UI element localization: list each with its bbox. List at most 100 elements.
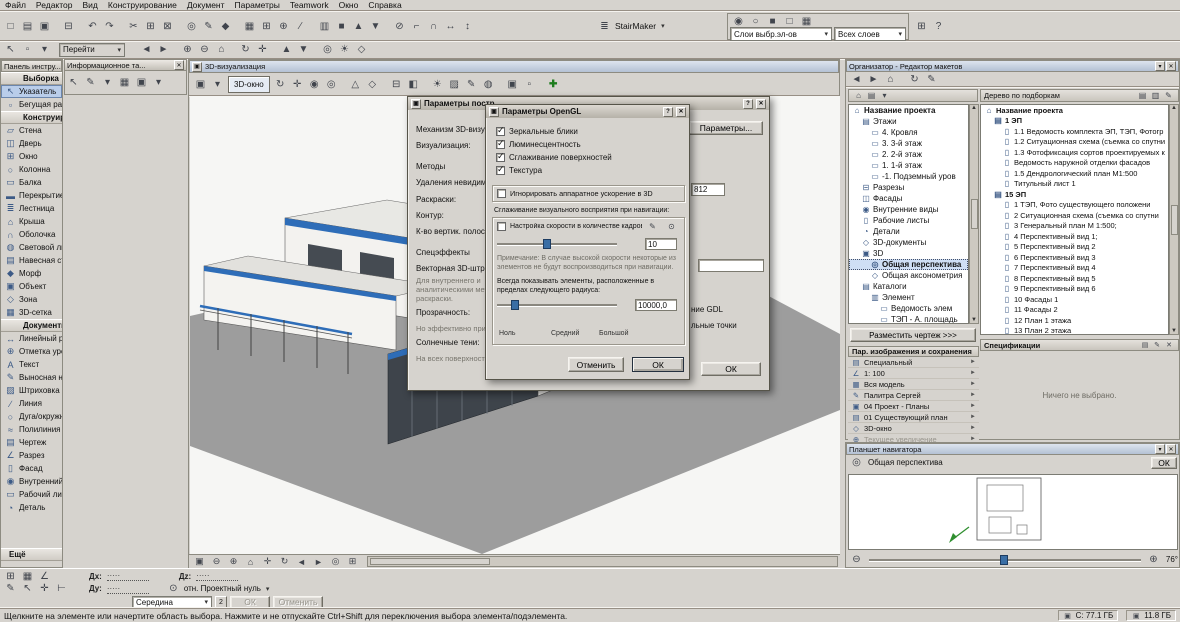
fps-field[interactable]: 10 [645, 238, 677, 250]
tool-window[interactable]: ⊞ Окно [1, 150, 62, 163]
spec-header[interactable]: Спецификации ▤✎✕ [980, 339, 1179, 351]
resize-icon[interactable]: ↔ [442, 19, 459, 34]
transparency-icon[interactable]: ◍ [480, 77, 497, 92]
layer-dialog-icon[interactable]: ▦ [798, 16, 815, 27]
tracker-cancel-button[interactable]: Отменить [273, 596, 323, 609]
origin-label[interactable]: отн. Проектный нуль [184, 584, 261, 593]
element-settings-icon[interactable]: ✎ [200, 19, 217, 34]
checkbox[interactable]: ✓ [497, 222, 506, 231]
dialog-titlebar[interactable]: ▣ Параметры OpenGL ? ✕ [486, 105, 689, 118]
tracker-grid-icon[interactable]: ⊞ [2, 570, 19, 582]
infobox-caret-icon[interactable]: ▾ [99, 75, 116, 90]
spec-edit-icon[interactable]: ✎ [1151, 340, 1163, 350]
tree-item[interactable]: ▯ 12 План 1 этажа [981, 315, 1168, 326]
tree-item[interactable]: ▤ Каталоги [849, 281, 968, 292]
ok-button-back[interactable]: ОК [701, 362, 761, 376]
previous-zoom-icon[interactable]: ◄ [293, 556, 310, 568]
marquee-tool-icon[interactable]: ▫ [19, 42, 36, 57]
split-icon[interactable]: ⊘ [391, 19, 408, 34]
anchor-combo[interactable]: Середина▾ [132, 596, 212, 608]
refresh-icon[interactable]: ↻ [906, 73, 923, 86]
lock-layer-icon[interactable]: ■ [764, 16, 781, 27]
ok-button[interactable]: ОК [632, 357, 684, 372]
navigator-ok-button[interactable]: ОК [1151, 457, 1177, 469]
camera-path-icon[interactable]: ◎ [323, 77, 340, 92]
view-setting-row[interactable]: ∠ 1: 100 ► [848, 368, 979, 379]
dy-value[interactable]: ····· [107, 584, 149, 594]
open-project-icon[interactable]: ▤ [19, 19, 36, 34]
tree-item[interactable]: ▯ Ведомость наружной отделки фасадов [981, 158, 1168, 169]
undo-icon[interactable]: ↶ [84, 19, 101, 34]
pen-color-icon[interactable]: ▣ [133, 75, 150, 90]
radius-field[interactable]: 10000,0 [635, 299, 677, 311]
tool-detail[interactable]: ◔ Деталь [1, 501, 62, 514]
menu-item[interactable]: Параметры [230, 0, 285, 11]
3d-window-titlebar[interactable]: ▣ 3D-визуализация [189, 60, 839, 73]
menu-item[interactable]: Вид [78, 0, 103, 11]
tree-item[interactable]: ◉ Внутренние виды [849, 204, 968, 215]
arrow-tool-icon[interactable]: ↖ [2, 42, 19, 57]
view-setting-row[interactable]: ◇ 3D-окно ► [848, 423, 979, 434]
marquee-3d-icon[interactable]: ▫ [521, 77, 538, 92]
menu-item[interactable]: Файл [0, 0, 31, 11]
contours-icon[interactable]: ✎ [463, 77, 480, 92]
tree-item[interactable]: ▯ Титульный лист 1 [981, 179, 1168, 190]
cancel-button[interactable]: Отменить [568, 357, 624, 372]
stretch-icon[interactable]: ↕ [459, 19, 476, 34]
map-caret-icon[interactable]: ▾ [878, 90, 891, 101]
layout-settings-icon[interactable]: ✎ [1162, 90, 1175, 101]
checkbox[interactable]: ✓ [497, 189, 506, 198]
tool-door[interactable]: ◫ Дверь [1, 137, 62, 150]
tree-item[interactable]: ⊟ Разрезы [849, 182, 968, 193]
infobox-caret2-icon[interactable]: ▾ [150, 75, 167, 90]
place-drawing-button[interactable]: Разместить чертеж >>> [850, 328, 976, 342]
view-setting-row[interactable]: ▤ Специальный ► [848, 357, 979, 368]
paste-icon[interactable]: ⊠ [159, 19, 176, 34]
tool-polyline[interactable]: ≈ Полилиния [1, 423, 62, 436]
chevron-down-icon[interactable]: ▾ [1155, 444, 1165, 454]
image-settings-header[interactable]: Пар. изображения и сохранения [848, 346, 979, 357]
redo-icon[interactable]: ↷ [101, 19, 118, 34]
help-icon[interactable]: ? [663, 107, 673, 117]
close-icon[interactable]: ✕ [1166, 61, 1176, 71]
zoom-out-vb-icon[interactable]: ⊖ [208, 556, 225, 568]
tree-item[interactable]: ▯ 1 ТЭП, Фото существующего положени [981, 200, 1168, 211]
tool-stair[interactable]: ≣ Лестница [1, 202, 62, 215]
tree-item[interactable]: ▯ Рабочие листы [849, 215, 968, 226]
explore-model-icon[interactable]: ✛ [254, 42, 271, 57]
arrow-small-icon[interactable]: ↖ [19, 583, 36, 595]
tool-label[interactable]: ✎ Выносная надп [1, 371, 62, 384]
tree-item[interactable]: ▭ 3. 3-й этаж [849, 138, 968, 149]
layout-tree-scrollbar[interactable]: ▲ ▼ [1169, 104, 1179, 335]
orbit-icon[interactable]: ↻ [237, 42, 254, 57]
organizer-settings-icon[interactable]: ✎ [923, 73, 940, 86]
zoom-out-icon[interactable]: ⊖ [848, 554, 865, 566]
lock-icon[interactable]: ■ [333, 19, 350, 34]
toolbox-item[interactable]: Выборка [1, 72, 62, 85]
hide-layers-icon[interactable]: ○ [747, 16, 764, 27]
tree-item[interactable]: ▤ 15 ЭП [981, 189, 1168, 200]
toolbox-item[interactable]: Документирование [1, 319, 62, 332]
tool-worksheet[interactable]: ▭ Рабочий лист [1, 488, 62, 501]
tool-skylight[interactable]: ◍ Световой люк [1, 241, 62, 254]
fit-view-icon[interactable]: ⌂ [242, 556, 259, 568]
master-layout-icon[interactable]: ▥ [1149, 90, 1162, 101]
fillet-icon[interactable]: ∩ [425, 19, 442, 34]
tree-item[interactable]: ▯ 8 Перспективный вид 5 [981, 273, 1168, 284]
tree-item[interactable]: ▯ 3 Генеральный план М 1:500; [981, 221, 1168, 232]
tree-item[interactable]: ▣ 3D [849, 248, 968, 259]
view-setting-row[interactable]: ▦ Вся модель ► [848, 379, 979, 390]
tool-column[interactable]: ○ Колонна [1, 163, 62, 176]
organizer-titlebar[interactable]: Организатор - Редактор макетов ▾ ✕ [846, 60, 1179, 72]
tree-item[interactable]: ▯ 1.3 Фотофиксация сортов проектируемых … [981, 147, 1168, 158]
goto-combo[interactable]: Перейти▾ [59, 43, 125, 57]
horizontal-scrollbar[interactable] [367, 556, 838, 567]
scroll-down-icon[interactable]: ▼ [1171, 328, 1177, 334]
zoom-in-icon[interactable]: ⊕ [179, 42, 196, 57]
pencil-icon[interactable]: ✎ [644, 221, 661, 232]
sun-settings-icon[interactable]: ☀ [336, 42, 353, 57]
fps-checkbox[interactable]: ✓ Настройка скорости в количестве кадров… [497, 221, 642, 232]
tool-dimension[interactable]: ↔ Линейный размер [1, 332, 62, 345]
arrow-default-icon[interactable]: ↖ [65, 75, 82, 90]
perpendicular-icon[interactable]: ⊢ [53, 583, 70, 595]
